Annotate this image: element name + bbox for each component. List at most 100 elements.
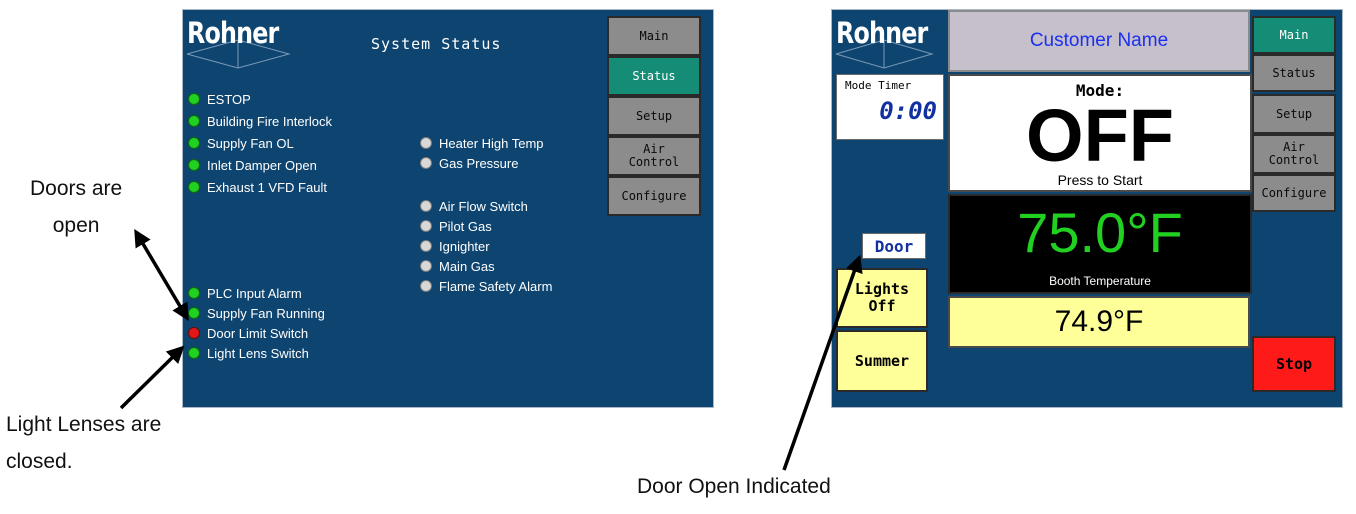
- arrow-light-lenses: [119, 345, 185, 410]
- lights-button-label: Lights Off: [854, 280, 910, 315]
- nav-button-configure[interactable]: Configure: [1252, 174, 1336, 212]
- mode-timer-value: 0:00: [879, 97, 937, 125]
- season-mode-button[interactable]: Summer: [836, 330, 928, 392]
- booth-temperature-display: 75.0°F Booth Temperature: [948, 194, 1252, 294]
- status-label: ESTOP: [207, 91, 251, 107]
- nav-label: Main: [639, 28, 669, 43]
- indicator-light-icon: [421, 261, 431, 271]
- status-supply-fan-ol: Supply Fan OL: [189, 133, 294, 153]
- nav-button-status[interactable]: Status: [1252, 54, 1336, 92]
- status-label: Flame Safety Alarm: [439, 278, 553, 294]
- status-label: PLC Input Alarm: [207, 285, 302, 301]
- indicator-light-icon: [189, 328, 199, 338]
- mode-start-button[interactable]: Mode: OFF Press to Start: [948, 74, 1252, 192]
- indicator-light-icon: [421, 281, 431, 291]
- indicator-light-icon: [189, 348, 199, 358]
- setpoint-temperature-value: 74.9°F: [1054, 305, 1144, 338]
- nav-label: Setup: [1275, 106, 1313, 121]
- door-open-indicator: Door: [862, 233, 926, 259]
- stop-button-label: Stop: [1275, 355, 1313, 373]
- status-label: Supply Fan OL: [207, 135, 294, 151]
- status-label: Exhaust 1 VFD Fault: [207, 179, 327, 195]
- rohner-logo: Rohner: [832, 10, 952, 70]
- status-air-flow-switch: Air Flow Switch: [421, 196, 528, 216]
- indicator-light-icon: [421, 201, 431, 211]
- indicator-light-icon: [421, 241, 431, 251]
- indicator-light-icon: [189, 116, 199, 126]
- status-label: Door Limit Switch: [207, 325, 309, 341]
- nav-button-main[interactable]: Main: [1252, 16, 1336, 54]
- indicator-light-icon: [421, 158, 431, 168]
- brand-name: Rohner: [836, 16, 928, 50]
- mode-timer-panel: Mode Timer 0:00: [836, 74, 944, 140]
- indicator-light-icon: [421, 221, 431, 231]
- status-flame-safety-alarm: Flame Safety Alarm: [421, 276, 552, 296]
- page-title: System Status: [371, 35, 502, 53]
- nav-label: Status: [632, 68, 676, 83]
- nav-button-setup[interactable]: Setup: [607, 96, 701, 136]
- rohner-logo: Rohner: [183, 10, 313, 70]
- status-exhaust-vfd-fault: Exhaust 1 VFD Fault: [189, 177, 327, 197]
- customer-name-field[interactable]: Customer Name: [948, 10, 1250, 72]
- annotation-door-open-indicated: Door Open Indicated: [637, 475, 831, 498]
- status-gas-pressure: Gas Pressure: [421, 153, 518, 173]
- annotation-doors-open: Doors are open: [30, 177, 123, 237]
- status-label: Supply Fan Running: [207, 305, 325, 321]
- season-button-label: Summer: [854, 352, 910, 370]
- nav-button-main[interactable]: Main: [607, 16, 701, 56]
- nav-button-configure[interactable]: Configure: [607, 176, 701, 216]
- nav-label: Main: [1279, 27, 1309, 42]
- indicator-light-icon: [189, 160, 199, 170]
- lights-toggle-button[interactable]: Lights Off: [836, 268, 928, 328]
- system-status-screen: Rohner System Status Main Status Setup A…: [182, 9, 714, 408]
- status-label: Building Fire Interlock: [207, 113, 332, 129]
- status-heater-high-temp: Heater High Temp: [421, 133, 544, 153]
- status-label: Light Lens Switch: [207, 345, 309, 361]
- status-light-lens-switch: Light Lens Switch: [189, 343, 309, 363]
- door-indicator-label: Door: [874, 236, 914, 256]
- status-estop: ESTOP: [189, 89, 251, 109]
- status-label: Heater High Temp: [439, 135, 544, 151]
- status-label: Main Gas: [439, 258, 495, 274]
- booth-temperature-label: Booth Temperature: [1049, 274, 1151, 288]
- nav-button-air-control[interactable]: Air Control: [607, 136, 701, 176]
- status-label: Ignighter: [439, 238, 490, 254]
- nav-label: Air Control: [1268, 140, 1320, 167]
- status-label: Pilot Gas: [439, 218, 492, 234]
- nav-label: Configure: [621, 188, 687, 203]
- status-ignighter: Ignighter: [421, 236, 490, 256]
- mode-value: OFF: [1026, 94, 1174, 177]
- indicator-light-icon: [189, 308, 199, 318]
- mode-timer-label: Mode Timer: [845, 79, 912, 92]
- annotation-light-lenses-closed: Light Lenses are closed.: [6, 413, 162, 473]
- brand-name: Rohner: [187, 16, 279, 50]
- nav-button-air-control[interactable]: Air Control: [1252, 134, 1336, 174]
- stop-button[interactable]: Stop: [1252, 336, 1336, 392]
- indicator-light-icon: [189, 182, 199, 192]
- status-door-limit-switch: Door Limit Switch: [189, 323, 308, 343]
- status-main-gas: Main Gas: [421, 256, 495, 276]
- nav-label: Setup: [635, 108, 673, 123]
- indicator-light-icon: [189, 94, 199, 104]
- status-building-fire-interlock: Building Fire Interlock: [189, 111, 332, 131]
- status-supply-fan-running: Supply Fan Running: [189, 303, 325, 323]
- status-label: Air Flow Switch: [439, 198, 528, 214]
- main-screen: Rohner Customer Name Main Status Setup A…: [831, 9, 1343, 408]
- nav-label: Air Control: [628, 142, 680, 169]
- setpoint-temperature-field[interactable]: 74.9°F: [948, 296, 1250, 348]
- status-pilot-gas: Pilot Gas: [421, 216, 492, 236]
- nav-label: Status: [1272, 65, 1316, 80]
- nav-button-setup[interactable]: Setup: [1252, 94, 1336, 134]
- nav-button-status[interactable]: Status: [607, 56, 701, 96]
- nav-label: Configure: [1261, 185, 1327, 200]
- arrow-doors-open: [134, 228, 189, 322]
- booth-temperature-value: 75.0°F: [1017, 201, 1183, 264]
- status-plc-input-alarm: PLC Input Alarm: [189, 283, 302, 303]
- indicator-light-icon: [189, 288, 199, 298]
- status-label: Inlet Damper Open: [207, 157, 317, 173]
- customer-name-text: Customer Name: [1029, 30, 1169, 51]
- status-label: Gas Pressure: [439, 155, 519, 171]
- status-inlet-damper-open: Inlet Damper Open: [189, 155, 317, 175]
- mode-hint: Press to Start: [1057, 172, 1143, 188]
- indicator-light-icon: [189, 138, 199, 148]
